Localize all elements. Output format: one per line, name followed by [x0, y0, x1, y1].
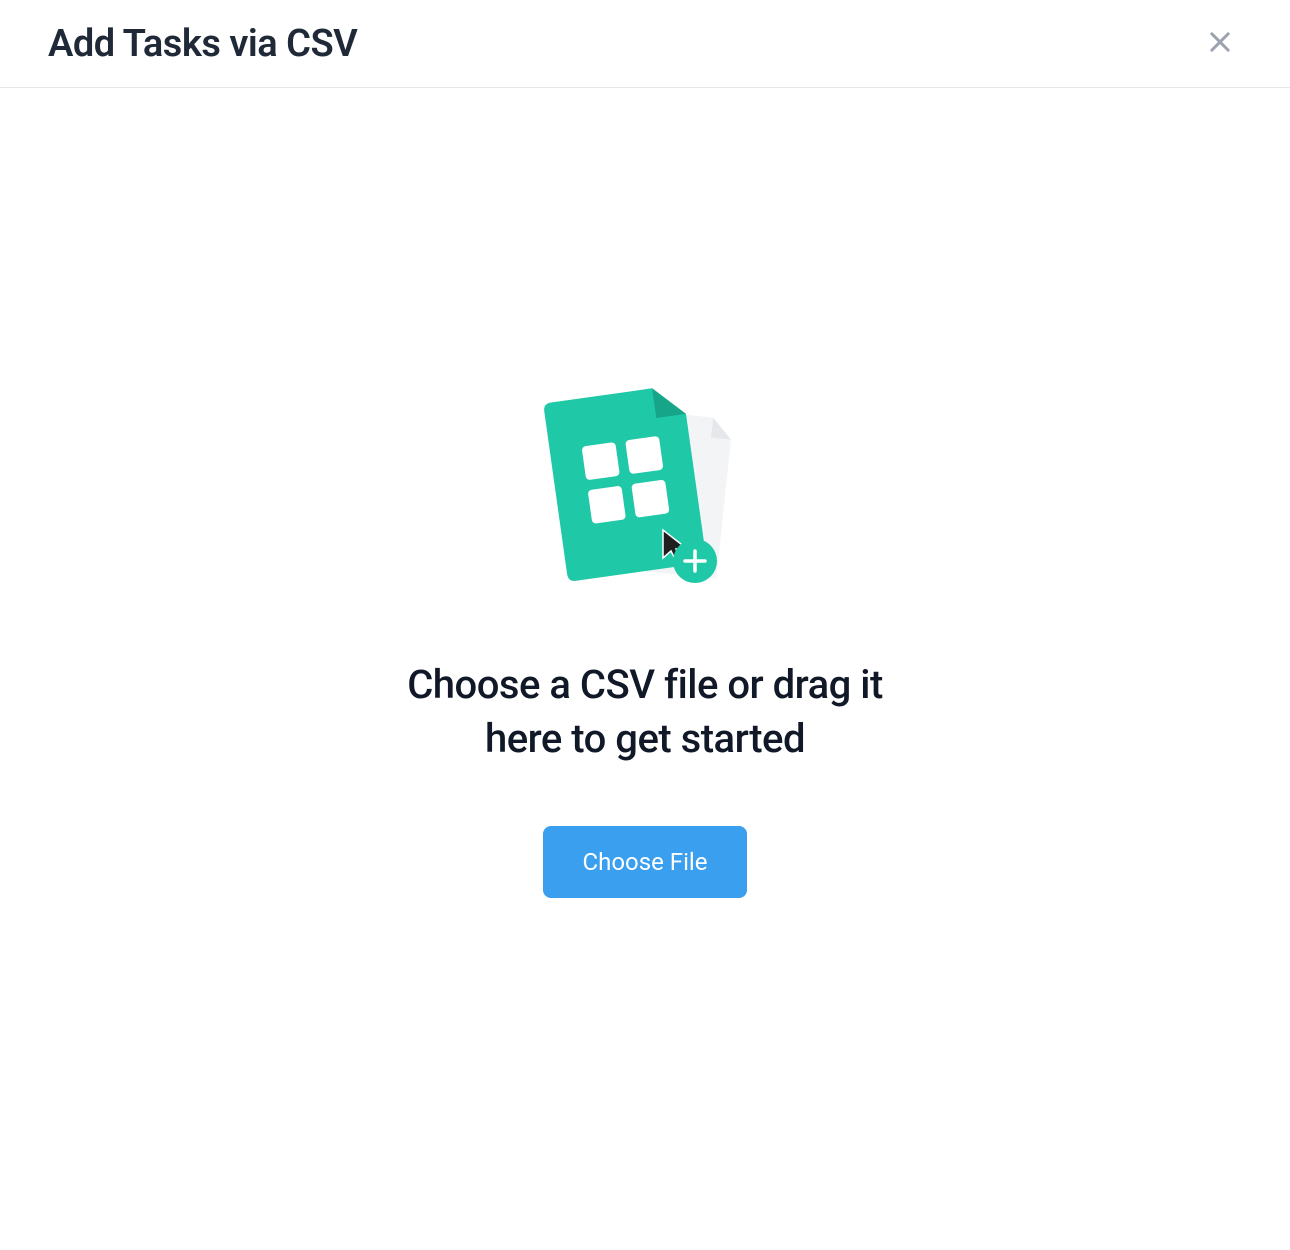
- modal-header: Add Tasks via CSV: [0, 0, 1290, 88]
- upload-instruction: Choose a CSV file or drag it here to get…: [365, 658, 925, 766]
- page-title: Add Tasks via CSV: [48, 22, 357, 66]
- close-button[interactable]: [1198, 20, 1242, 67]
- csv-file-upload-icon: [535, 378, 755, 598]
- close-icon: [1206, 28, 1234, 59]
- choose-file-button[interactable]: Choose File: [543, 826, 748, 898]
- upload-dropzone[interactable]: Choose a CSV file or drag it here to get…: [0, 88, 1290, 898]
